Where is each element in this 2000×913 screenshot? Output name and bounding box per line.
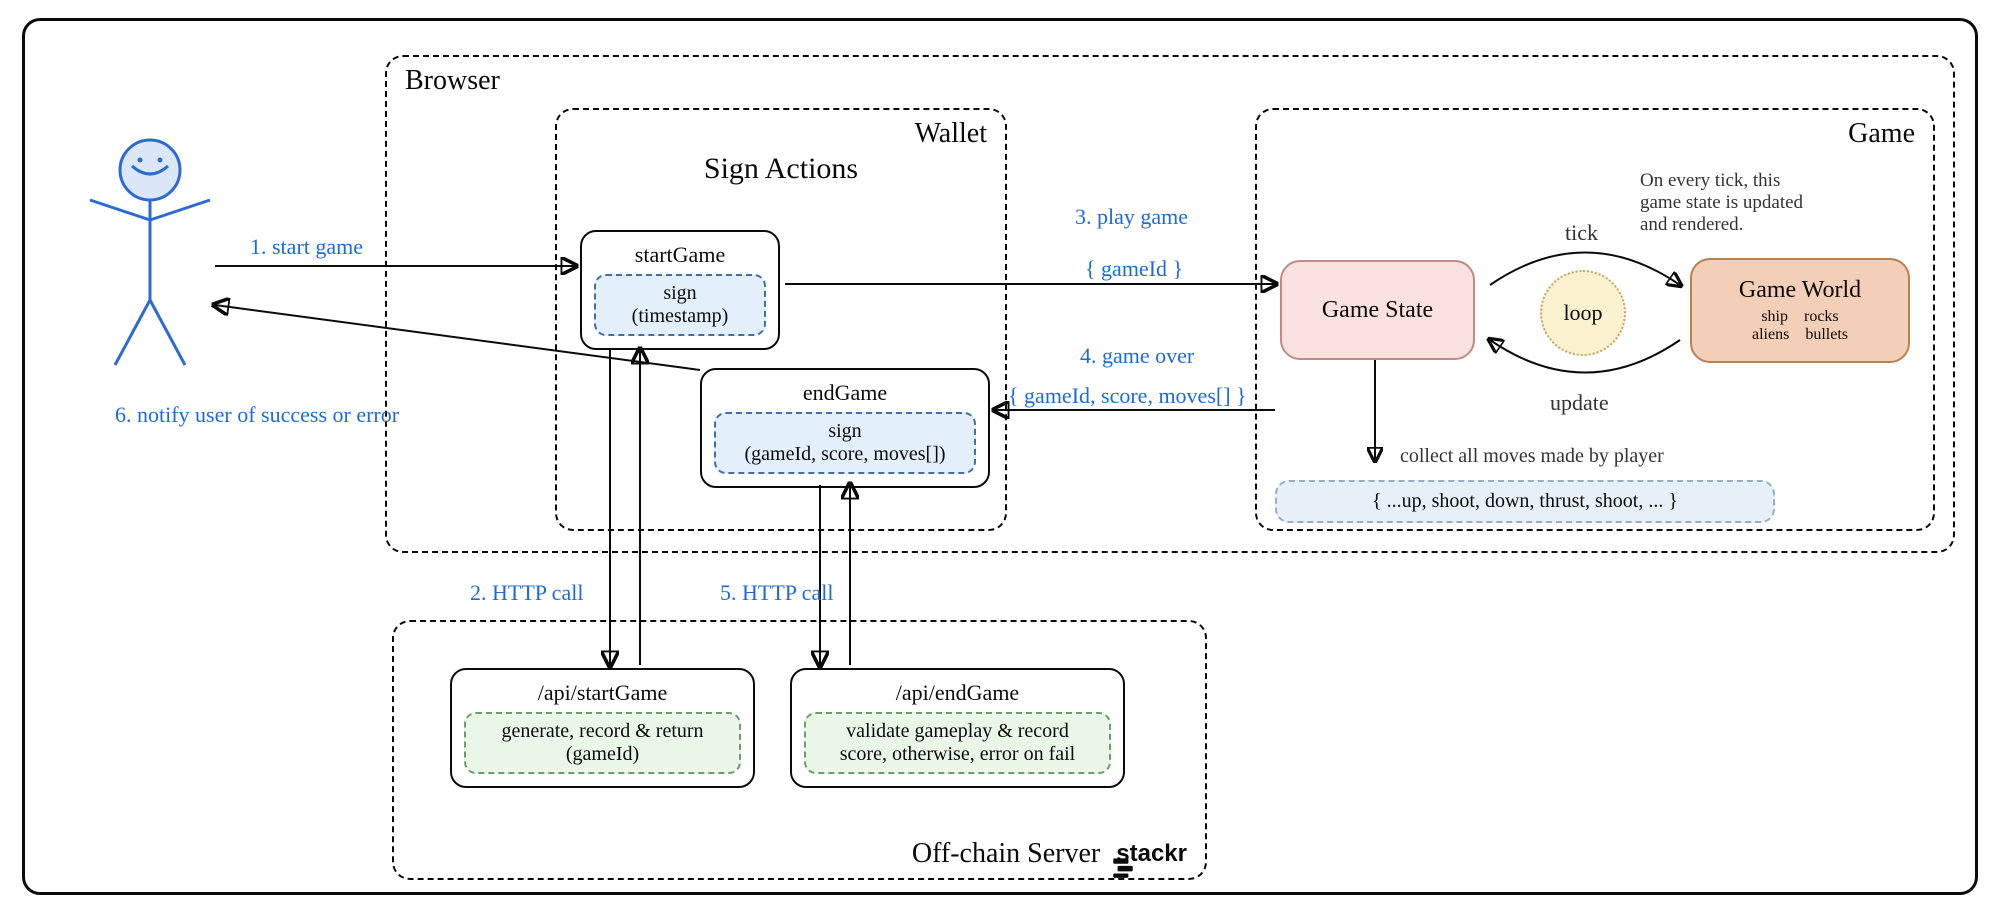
diagram-canvas: Browser Wallet Sign Actions startGame si… [0,0,2000,913]
edge3-sub: { gameId } [1085,256,1183,282]
edge5: 5. HTTP call [720,580,833,606]
edge2: 2. HTTP call [470,580,583,606]
edge6: 6. notify user of success or error [115,402,399,428]
edge3-top: 3. play game [1075,204,1188,230]
edge-arrows [0,0,2000,913]
edge4-top: 4. game over [1080,343,1194,369]
edge4-sub: { gameId, score, moves[] } [1008,383,1247,409]
edge1: 1. start game [250,234,363,260]
